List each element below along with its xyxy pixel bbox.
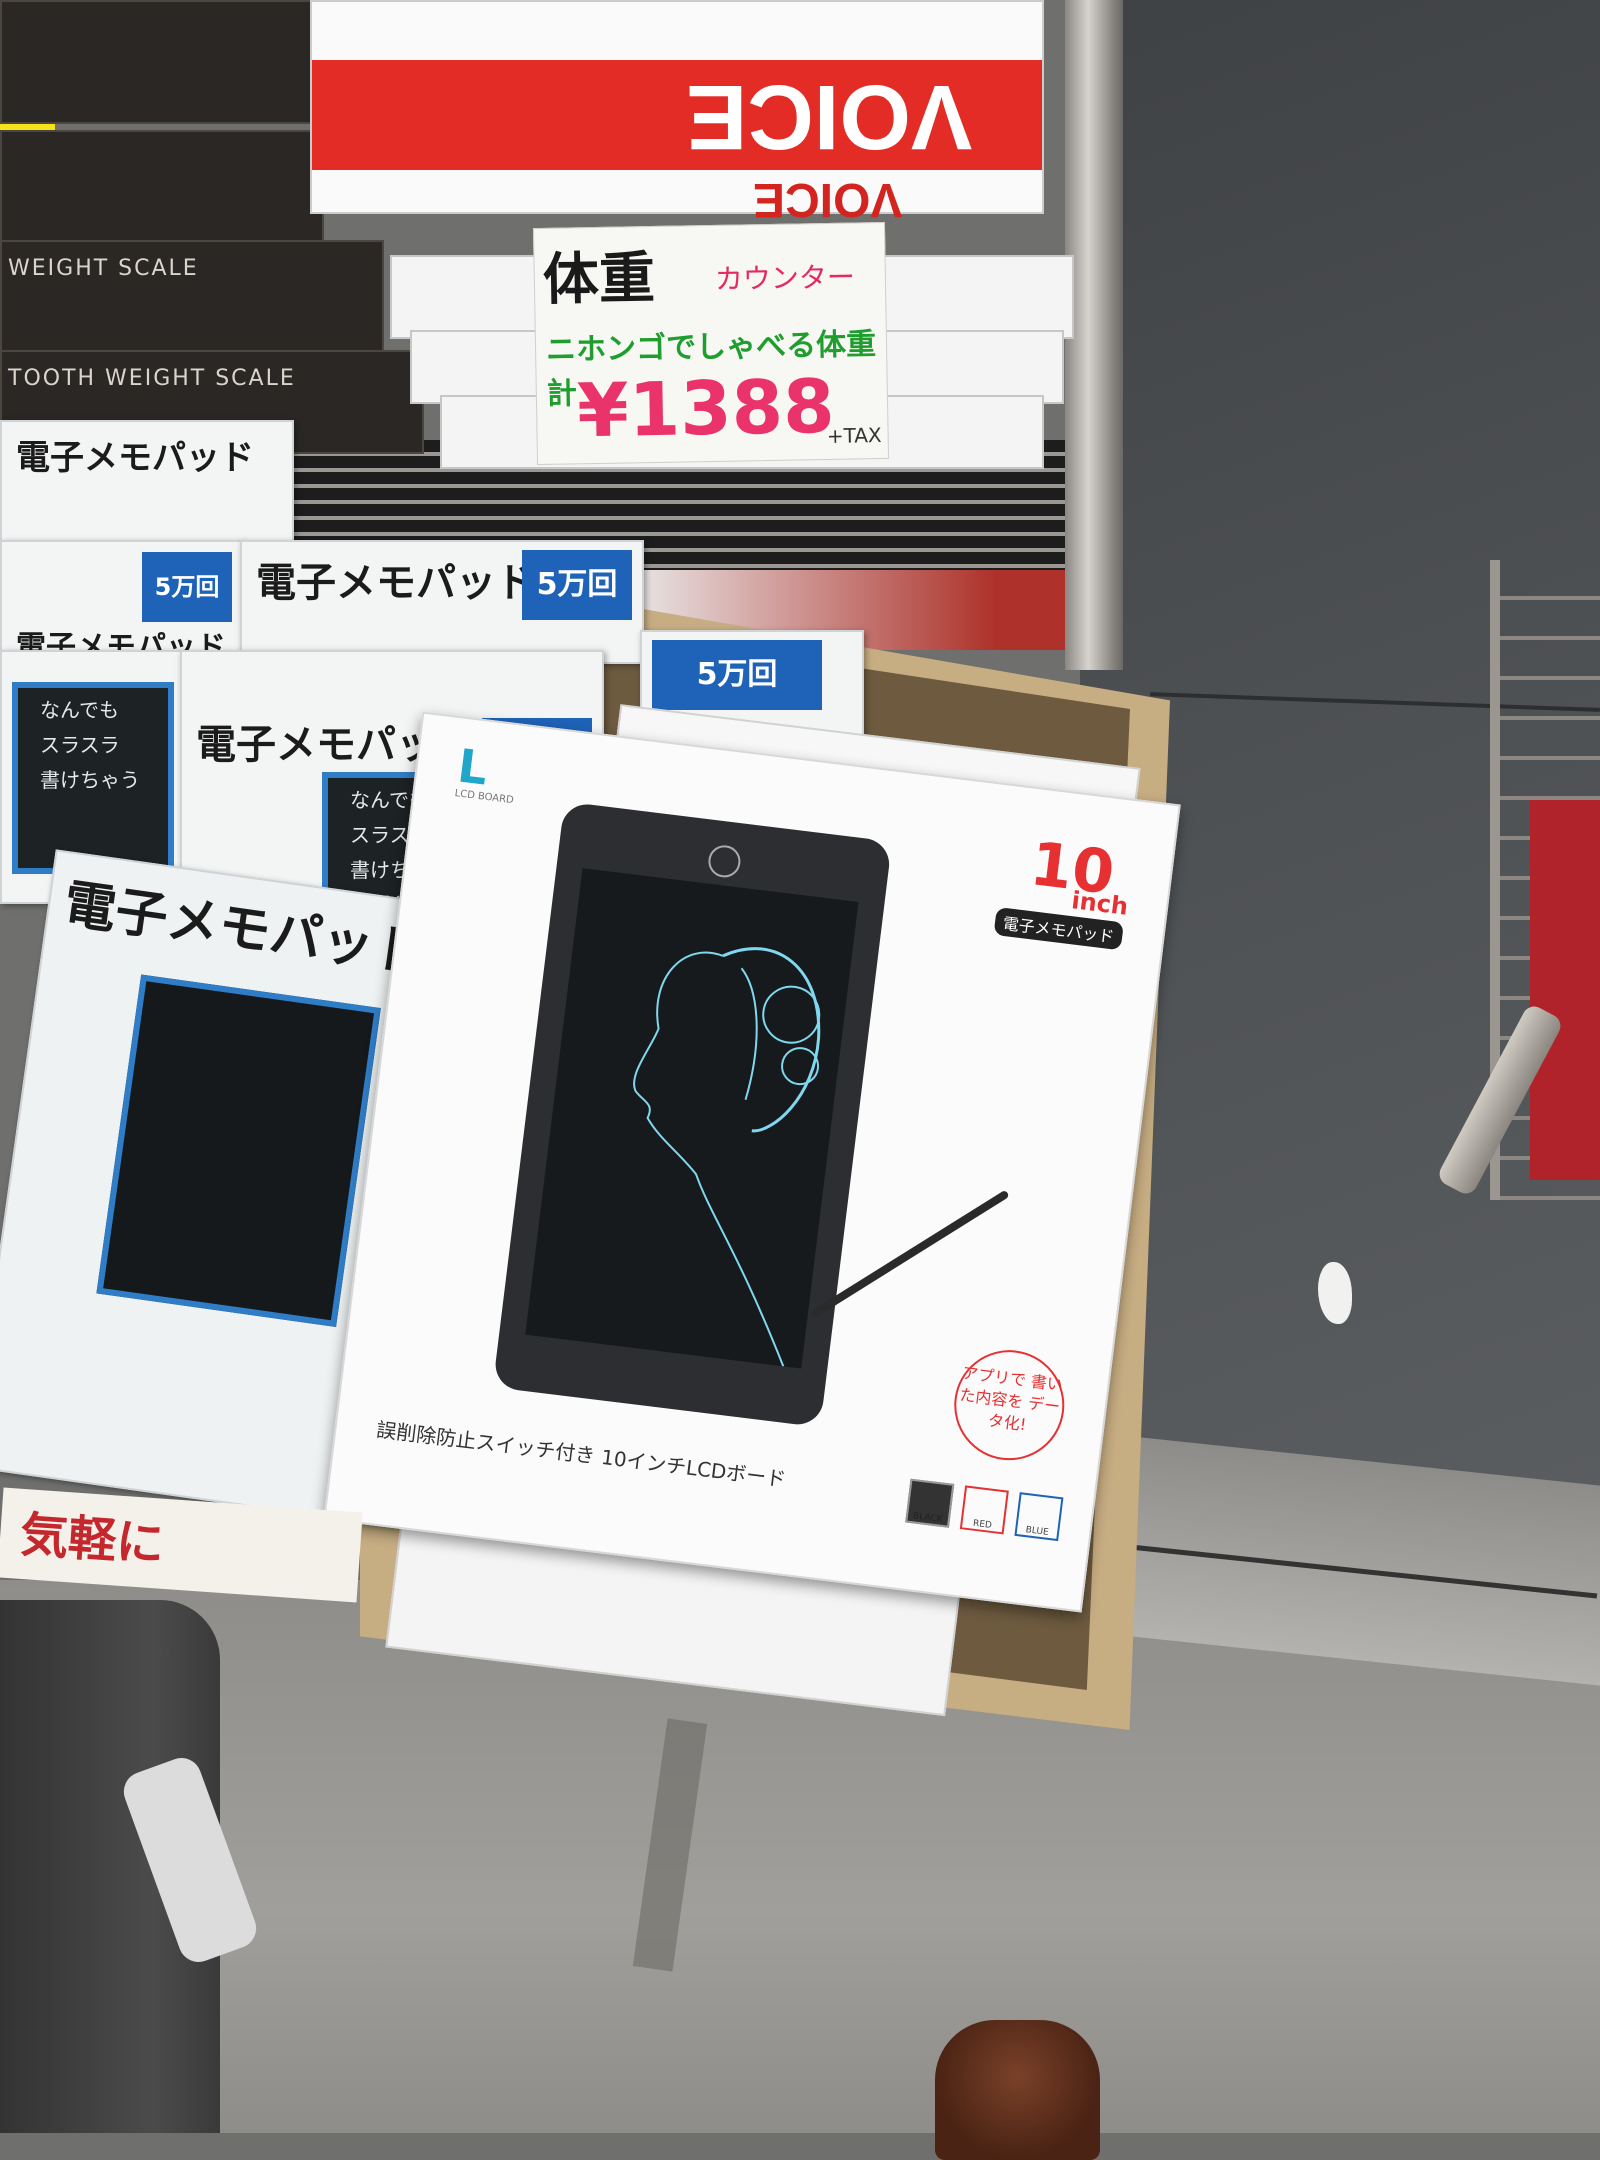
lcd-board-logo: L	[454, 738, 491, 796]
price-tag-title-small: カウンター	[714, 260, 856, 296]
lcd-size-unit: inch	[1069, 886, 1130, 921]
portrait-drawing-illustration	[633, 947, 821, 1367]
weight-scale-box: WEIGHT SCALE	[0, 240, 384, 354]
price-tag-title: 体重	[542, 244, 656, 313]
voice-scale-box: VOICE VOICE	[310, 0, 1044, 226]
memo-pad-box: 電子メモパッド	[0, 420, 294, 544]
lcd-board-caption: 誤削除防止スイッチ付き 10インチLCDボード	[375, 1417, 788, 1492]
color-swatches: BLACK RED BLUE	[899, 1478, 1064, 1542]
front-sign-text: 気軽に	[18, 1506, 166, 1573]
lcd-board-logo-sub: LCD BOARD	[454, 788, 515, 807]
handwritten-price-tag: 体重 カウンター ニホンゴでしゃべる体重計 ¥1388 +TAX	[532, 221, 890, 466]
price-tax: +TAX	[826, 423, 882, 448]
memo-screen-line: 書けちゃう	[40, 768, 140, 792]
swatch-black: BLACK	[905, 1478, 955, 1528]
dark-product-box	[0, 0, 324, 124]
memo-pad-badge: 5万回	[142, 552, 232, 622]
dark-product-box	[0, 130, 324, 244]
weight-scale-label: WEIGHT SCALE	[8, 256, 199, 281]
memo-pad-title: 電子メモパッド	[16, 438, 254, 478]
memo-screen-line: なんでも	[40, 698, 119, 722]
memo-pad-badge: 5万回	[522, 550, 632, 620]
memo-pad-screen	[96, 974, 381, 1328]
memo-screen-line: スラスラ	[40, 733, 120, 757]
memo-pad-screen: なんでも スラスラ 書けちゃう	[12, 682, 174, 874]
swatch-red: RED	[959, 1485, 1009, 1535]
memo-pad-box: 電子メモパッド 5万回	[240, 540, 644, 664]
brown-boot	[935, 2020, 1100, 2160]
voice-brand-text: VOICE	[685, 66, 972, 168]
memo-pad-badge: 5万回	[652, 640, 822, 710]
tooth-scale-label: TOOTH WEIGHT SCALE	[8, 366, 296, 391]
rack-red-product	[1530, 800, 1600, 1180]
swatch-blue: BLUE	[1014, 1492, 1064, 1542]
lcd-screen	[525, 868, 859, 1369]
tablet-button-icon	[706, 843, 743, 880]
app-callout-badge: アプリで 書いた内容を データ化!	[947, 1343, 1071, 1467]
lcd-tablet-illustration	[492, 801, 893, 1428]
voice-brand-text-small: VOICE	[752, 173, 902, 226]
lcd-board-package: L LCD BOARD 10 inch 電子メモパッド 誤削除防止スイッチ付き …	[323, 711, 1181, 1613]
price-value: ¥1388	[576, 363, 836, 455]
memo-pad-title: 電子メモパッド	[256, 560, 536, 606]
